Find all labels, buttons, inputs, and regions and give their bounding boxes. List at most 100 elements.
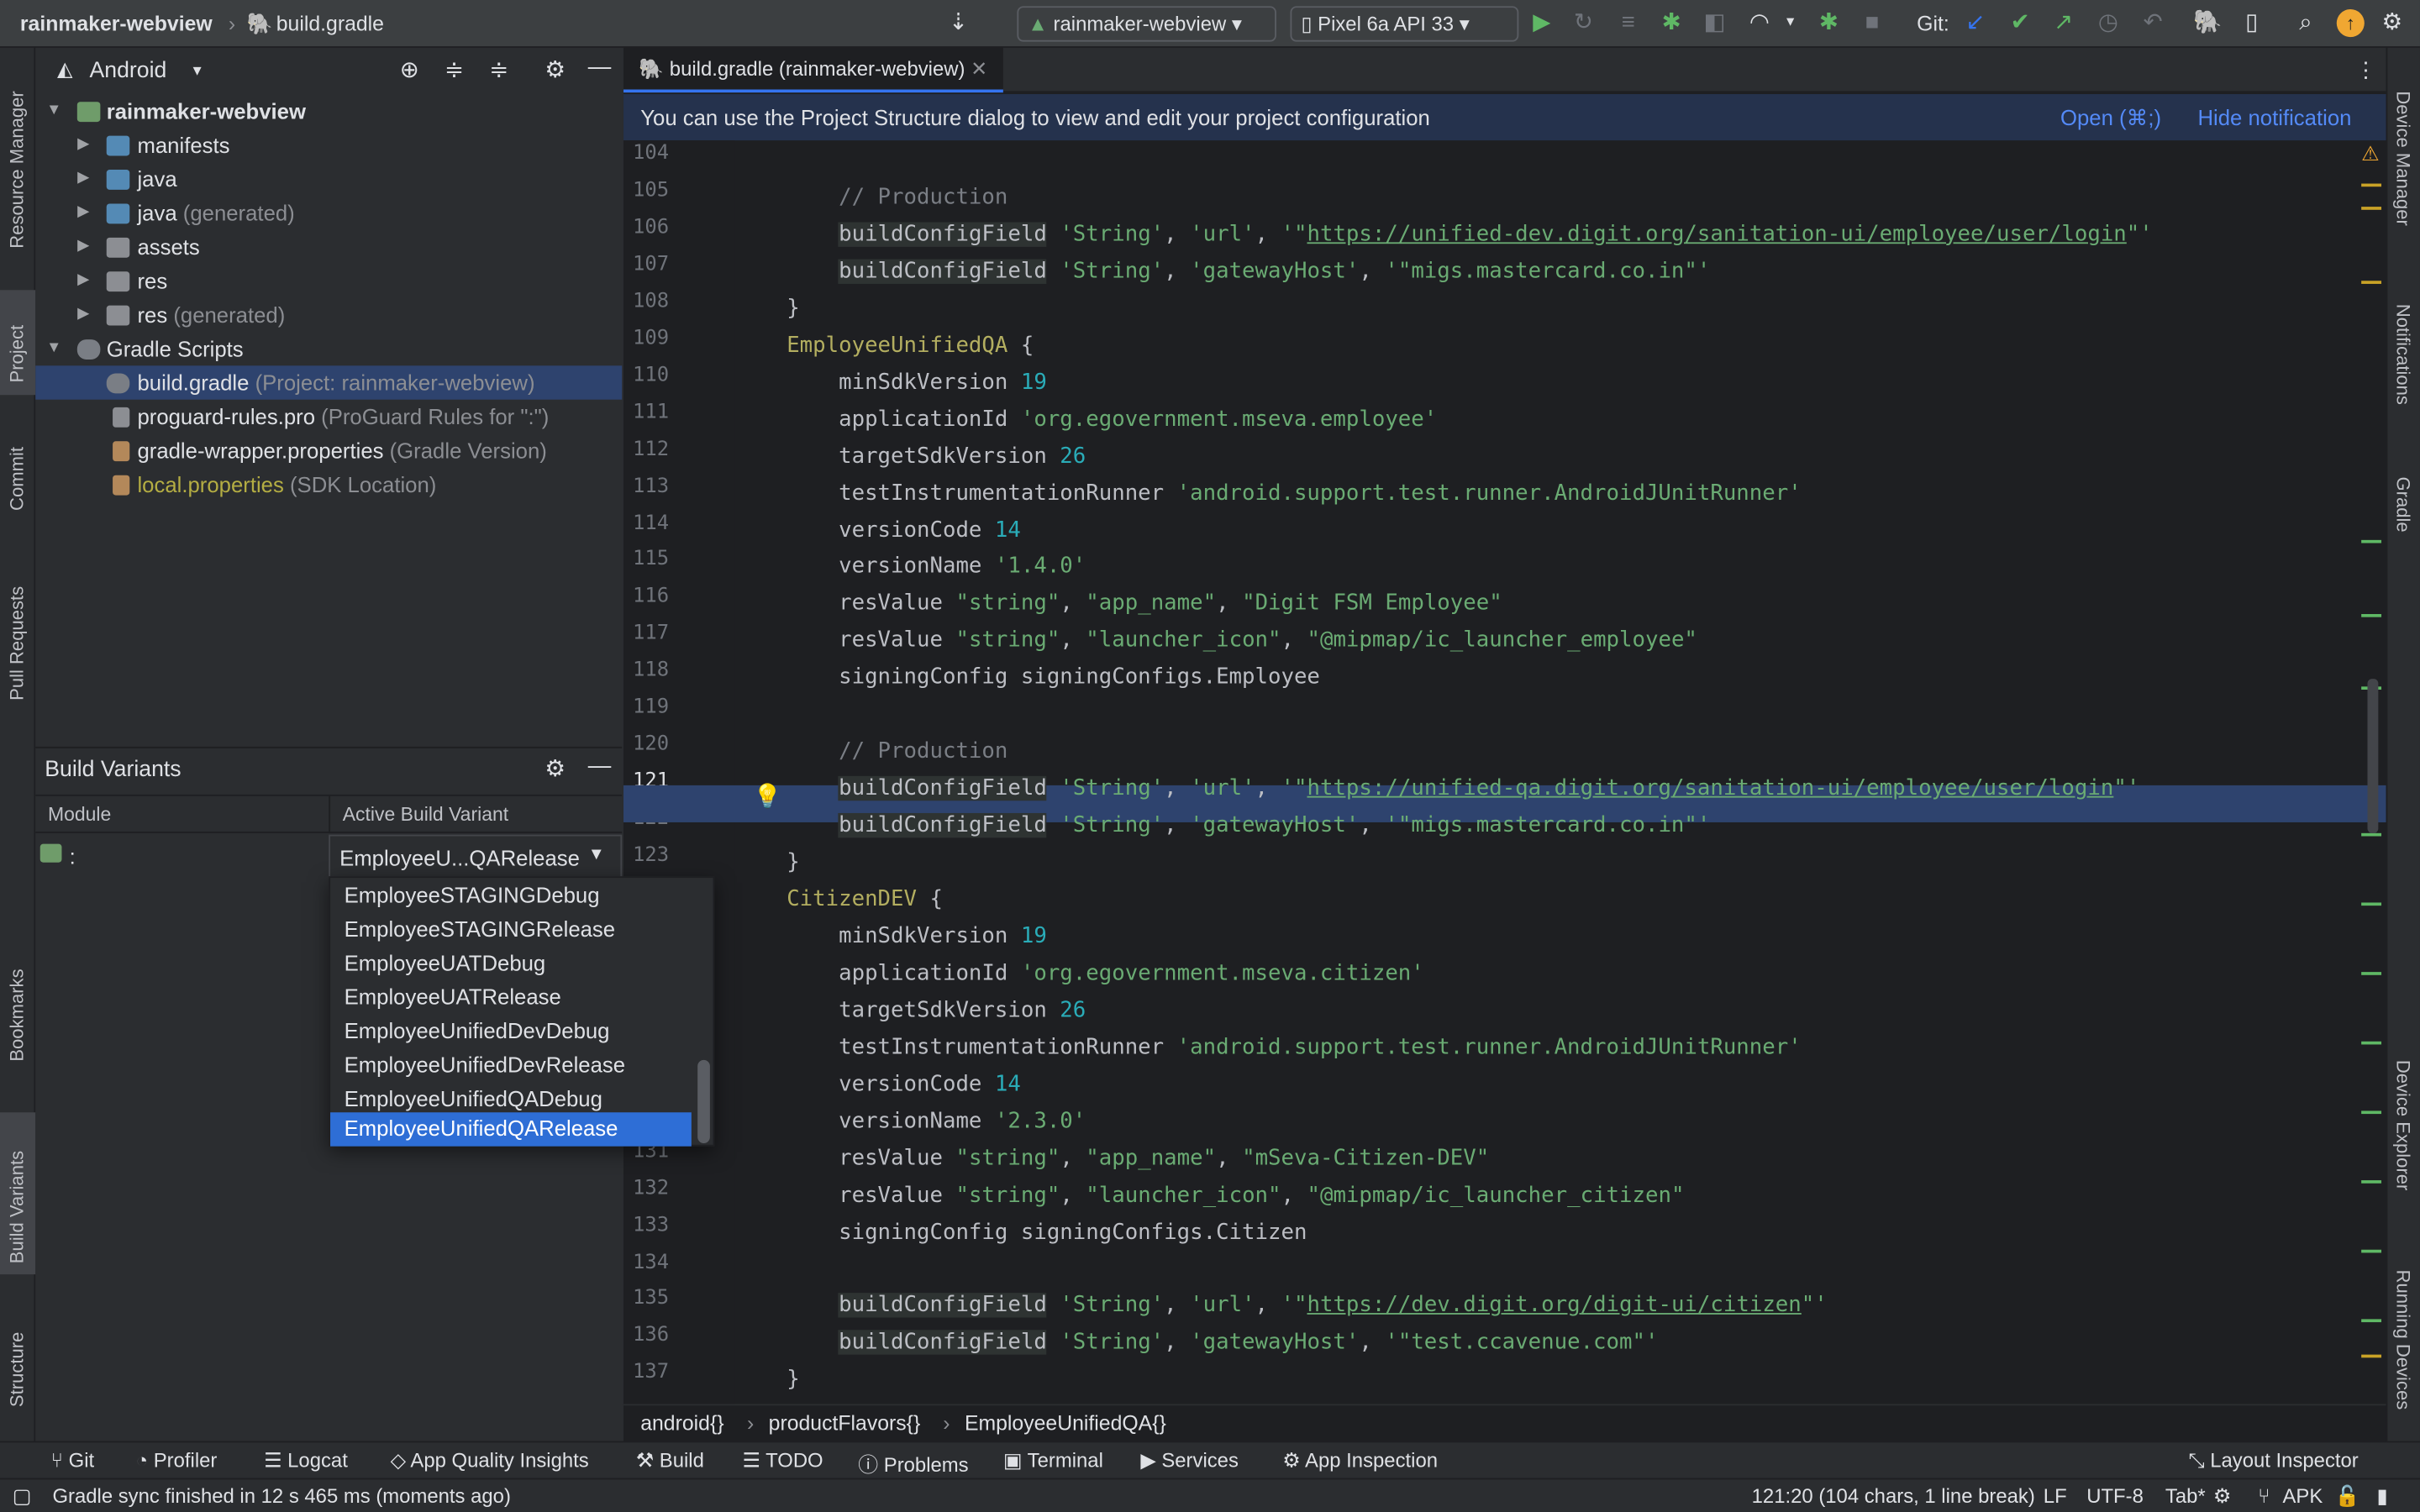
code-link[interactable]: https://dev.digit.org/digit-ui/citizen [1307, 1294, 1801, 1318]
indent-setting[interactable]: Tab* [2165, 1479, 2206, 1512]
tab-commit[interactable]: Commit [0, 418, 35, 527]
variant-option[interactable]: EmployeeUATDebug [330, 948, 692, 981]
panel-toggle-icon[interactable]: ▢ [13, 1479, 32, 1512]
caret-position[interactable]: 121:20 (104 chars, 1 line break) [1752, 1479, 2035, 1512]
code-line[interactable]: resValue "string", "app_name", "Digit FS… [734, 585, 1502, 622]
git-update-icon[interactable]: ↙ [1961, 9, 1989, 37]
warning-marker[interactable] [2361, 207, 2382, 210]
tool-logcat[interactable]: ☰ Logcat [264, 1449, 348, 1473]
stop-icon[interactable]: ■ [1858, 9, 1886, 37]
tab-structure[interactable]: Structure [0, 1305, 35, 1429]
code-link[interactable]: https://unified-qa.digit.org/sanitation-… [1307, 776, 2113, 801]
status-message[interactable]: Gradle sync finished in 12 s 465 ms (mom… [52, 1479, 510, 1512]
tab-project[interactable]: Project [0, 290, 36, 396]
chevron-down-icon[interactable]: ▾ [1776, 9, 1804, 37]
code-line[interactable]: testInstrumentationRunner 'android.suppo… [734, 1029, 1802, 1066]
tool-terminal[interactable]: ▣ Terminal [1003, 1449, 1103, 1473]
change-marker[interactable] [2361, 972, 2382, 975]
tool-build[interactable]: ⚒ Build [636, 1449, 704, 1473]
tab-device-manager[interactable]: Device Manager [2387, 66, 2420, 267]
code-line[interactable]: minSdkVersion 19 [734, 918, 1047, 955]
vcs-update-icon[interactable]: ⇣ [944, 9, 972, 37]
code-line[interactable]: signingConfig signingConfigs.Citizen [734, 1214, 1307, 1251]
warning-marker[interactable] [2361, 281, 2382, 284]
change-marker[interactable] [2361, 539, 2382, 543]
code-line[interactable]: versionCode 14 [734, 1066, 1021, 1103]
tab-gradle[interactable]: Gradle [2387, 452, 2420, 544]
code-line[interactable]: versionCode 14 [734, 512, 1021, 549]
code-line[interactable]: } [734, 1362, 800, 1399]
code-line[interactable]: buildConfigField 'String', 'gatewayHost'… [734, 1325, 1658, 1362]
device-dropdown[interactable]: ▯ Pixel 6a API 33 ▾ [1290, 6, 1519, 42]
code-line[interactable]: minSdkVersion 19 [734, 364, 1047, 401]
tool-app-inspection[interactable]: ⚙ App Inspection [1282, 1449, 1438, 1473]
lightbulb-icon[interactable]: 💡 [753, 782, 781, 810]
code-line[interactable]: resValue "string", "launcher_icon", "@mi… [734, 622, 1697, 659]
code-line[interactable]: targetSdkVersion 26 [734, 438, 1086, 475]
code-line[interactable]: resValue "string", "app_name", "mSeva-Ci… [734, 1140, 1489, 1177]
tool-git[interactable]: ⑂ Git [51, 1449, 95, 1473]
tree-item-gradle-scripts[interactable]: ▼ Gradle Scripts [35, 332, 622, 365]
change-marker[interactable] [2361, 902, 2382, 906]
git-push-icon[interactable]: ↗ [2049, 9, 2077, 37]
run-config-dropdown[interactable]: ▲ rainmaker-webview ▾ [1017, 6, 1276, 42]
search-icon[interactable]: ⌕ [2291, 9, 2319, 37]
collapse-all-icon[interactable]: ≑ [489, 55, 508, 83]
code-link[interactable]: https://unified-dev.digit.org/sanitation… [1307, 222, 2126, 246]
chevron-down-icon[interactable]: ▾ [193, 60, 202, 80]
tree-item-res-generated[interactable]: ▶ res (generated) [35, 297, 622, 331]
device-manager-icon[interactable]: ▯ [2238, 9, 2265, 37]
change-marker[interactable] [2361, 1180, 2382, 1184]
code-line[interactable]: buildConfigField 'String', 'url', '"http… [734, 1288, 1828, 1325]
tree-item-project-root[interactable]: ▼ rainmaker-webview [35, 94, 622, 128]
dropdown-scrollbar[interactable] [697, 1059, 710, 1143]
variant-option[interactable]: EmployeeUnifiedDevRelease [330, 1049, 692, 1083]
apply-changes-icon[interactable]: ≡ [1614, 9, 1642, 37]
minimize-icon[interactable]: — [588, 753, 612, 779]
tree-item-assets[interactable]: ▶ assets [35, 230, 622, 264]
git-branch[interactable]: APK [2282, 1479, 2323, 1512]
editorconfig-icon[interactable]: ⚙ [2213, 1479, 2231, 1512]
tree-item-manifests[interactable]: ▶ manifests [35, 128, 622, 161]
locate-icon[interactable]: ⊕ [400, 55, 419, 83]
tool-todo[interactable]: ☰ TODO [742, 1449, 823, 1473]
change-marker[interactable] [2361, 832, 2382, 837]
change-marker[interactable] [2361, 1041, 2382, 1045]
tab-resource-manager[interactable]: Resource Manager [0, 63, 35, 282]
warning-marker[interactable] [2361, 183, 2382, 187]
gradle-sync-icon[interactable]: 🐘 [2193, 9, 2222, 37]
git-branch-icon[interactable]: ⑂ [2258, 1479, 2270, 1512]
code-line[interactable]: } [734, 290, 800, 327]
close-icon[interactable]: ✕ [971, 57, 987, 81]
tool-services[interactable]: ▶ Services [1140, 1449, 1239, 1473]
tree-item-java[interactable]: ▶ java [35, 162, 622, 196]
project-name[interactable]: rainmaker-webview [20, 13, 213, 36]
code-line[interactable]: targetSdkVersion 26 [734, 992, 1086, 1029]
code-line[interactable]: resValue "string", "launcher_icon", "@mi… [734, 1177, 1684, 1214]
code-area[interactable]: // Production buildConfigField 'String',… [734, 140, 2386, 1404]
tool-profiler[interactable]: ◔ Profiler [136, 1449, 218, 1473]
code-line[interactable]: buildConfigField 'String', 'url', '"http… [734, 216, 2153, 253]
editor-tab-build-gradle[interactable]: 🐘 build.gradle (rainmaker-webview) ✕ [623, 47, 1003, 93]
tool-layout-inspector[interactable]: ⤡ Layout Inspector [2188, 1449, 2358, 1473]
expand-all-icon[interactable]: ≑ [445, 55, 464, 83]
git-commit-icon[interactable]: ✔ [2007, 9, 2034, 37]
code-line[interactable]: buildConfigField 'String', 'gatewayHost'… [734, 253, 1710, 290]
tab-bookmarks[interactable]: Bookmarks [0, 950, 35, 1089]
file-encoding[interactable]: UTF-8 [2086, 1479, 2144, 1512]
profile-icon[interactable]: ◠ [1745, 9, 1773, 37]
gear-icon[interactable]: ⚙ [544, 55, 566, 83]
variant-option[interactable]: EmployeeSTAGINGRelease [330, 913, 692, 947]
debug-icon[interactable]: ✱ [1658, 9, 1686, 37]
code-line[interactable]: testInstrumentationRunner 'android.suppo… [734, 475, 1802, 512]
rollback-icon[interactable]: ↶ [2139, 9, 2167, 37]
table-row[interactable]: : EmployeeU...QARelease ▼ [35, 834, 623, 879]
sync-gradle-icon[interactable]: ✱ [1815, 9, 1843, 37]
code-line[interactable]: EmployeeUnifiedQA { [734, 327, 1034, 364]
warning-marker[interactable] [2361, 1354, 2382, 1358]
rerun-icon[interactable]: ↻ [1570, 9, 1597, 37]
code-line[interactable]: // Production [734, 179, 1007, 216]
tab-pull-requests[interactable]: Pull Requests [0, 549, 35, 711]
minimize-icon[interactable]: — [588, 54, 612, 80]
code-line[interactable]: } [734, 844, 800, 881]
